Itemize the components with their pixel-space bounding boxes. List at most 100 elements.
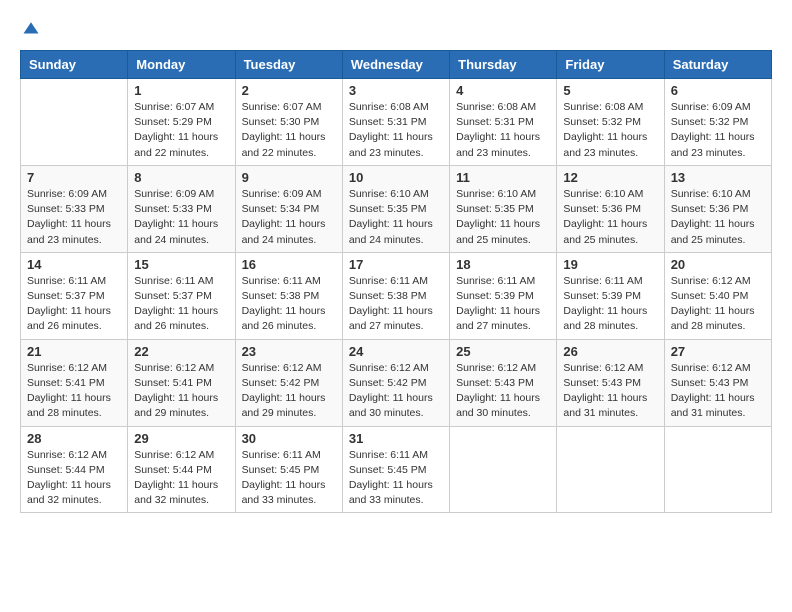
calendar-cell: 5 Sunrise: 6:08 AM Sunset: 5:32 PM Daylig…: [557, 79, 664, 166]
day-number: 21: [27, 344, 121, 359]
day-number: 31: [349, 431, 443, 446]
calendar-cell: 11Sunrise: 6:10 AM Sunset: 5:35 PM Dayli…: [450, 165, 557, 252]
day-info: Sunrise: 6:12 AM Sunset: 5:42 PM Dayligh…: [349, 361, 443, 422]
calendar-cell: [557, 426, 664, 513]
column-header-tuesday: Tuesday: [235, 51, 342, 79]
day-number: 14: [27, 257, 121, 272]
calendar-cell: 2 Sunrise: 6:07 AM Sunset: 5:30 PM Daylig…: [235, 79, 342, 166]
page-header: [20, 20, 772, 34]
day-number: 22: [134, 344, 228, 359]
calendar-cell: 4 Sunrise: 6:08 AM Sunset: 5:31 PM Daylig…: [450, 79, 557, 166]
calendar-cell: 12 Sunrise: 6:10 AM Sunset: 5:36 PM Dayli…: [557, 165, 664, 252]
day-number: 8: [134, 170, 228, 185]
day-info: Sunrise: 6:12 AM Sunset: 5:43 PM Dayligh…: [456, 361, 550, 422]
day-info: Sunrise: 6:12 AM Sunset: 5:44 PM Dayligh…: [134, 448, 228, 509]
calendar-cell: 9Sunrise: 6:09 AM Sunset: 5:34 PM Daylig…: [235, 165, 342, 252]
day-number: 2: [242, 83, 336, 98]
day-number: 6: [671, 83, 765, 98]
day-info: Sunrise: 6:12 AM Sunset: 5:43 PM Dayligh…: [563, 361, 657, 422]
day-number: 17: [349, 257, 443, 272]
day-info: Sunrise: 6:11 AM Sunset: 5:38 PM Dayligh…: [349, 274, 443, 335]
day-number: 25: [456, 344, 550, 359]
column-header-monday: Monday: [128, 51, 235, 79]
calendar-cell: 18 Sunrise: 6:11 AM Sunset: 5:39 PM Dayli…: [450, 252, 557, 339]
calendar-cell: 15 Sunrise: 6:11 AM Sunset: 5:37 PM Dayli…: [128, 252, 235, 339]
day-number: 12: [563, 170, 657, 185]
day-number: 28: [27, 431, 121, 446]
day-info: Sunrise: 6:11 AM Sunset: 5:45 PM Dayligh…: [242, 448, 336, 509]
calendar-cell: 24 Sunrise: 6:12 AM Sunset: 5:42 PM Dayli…: [342, 339, 449, 426]
column-header-saturday: Saturday: [664, 51, 771, 79]
calendar-cell: 6 Sunrise: 6:09 AM Sunset: 5:32 PM Daylig…: [664, 79, 771, 166]
day-info: Sunrise: 6:11 AM Sunset: 5:39 PM Dayligh…: [456, 274, 550, 335]
day-info: Sunrise: 6:09 AM Sunset: 5:33 PM Dayligh…: [134, 187, 228, 248]
calendar-cell: 23 Sunrise: 6:12 AM Sunset: 5:42 PM Dayli…: [235, 339, 342, 426]
day-number: 4: [456, 83, 550, 98]
calendar-cell: 20Sunrise: 6:12 AM Sunset: 5:40 PM Dayli…: [664, 252, 771, 339]
day-info: Sunrise: 6:07 AM Sunset: 5:30 PM Dayligh…: [242, 100, 336, 161]
day-info: Sunrise: 6:09 AM Sunset: 5:34 PM Dayligh…: [242, 187, 336, 248]
calendar-cell: [21, 79, 128, 166]
calendar-cell: 16Sunrise: 6:11 AM Sunset: 5:38 PM Dayli…: [235, 252, 342, 339]
day-number: 20: [671, 257, 765, 272]
day-number: 13: [671, 170, 765, 185]
calendar-cell: [450, 426, 557, 513]
day-info: Sunrise: 6:12 AM Sunset: 5:44 PM Dayligh…: [27, 448, 121, 509]
day-info: Sunrise: 6:11 AM Sunset: 5:38 PM Dayligh…: [242, 274, 336, 335]
day-number: 19: [563, 257, 657, 272]
calendar-cell: 27Sunrise: 6:12 AM Sunset: 5:43 PM Dayli…: [664, 339, 771, 426]
day-number: 24: [349, 344, 443, 359]
column-header-thursday: Thursday: [450, 51, 557, 79]
day-number: 23: [242, 344, 336, 359]
calendar-cell: 19 Sunrise: 6:11 AM Sunset: 5:39 PM Dayli…: [557, 252, 664, 339]
column-header-wednesday: Wednesday: [342, 51, 449, 79]
week-row-5: 28 Sunrise: 6:12 AM Sunset: 5:44 PM Dayli…: [21, 426, 772, 513]
day-info: Sunrise: 6:08 AM Sunset: 5:31 PM Dayligh…: [349, 100, 443, 161]
calendar-cell: 8 Sunrise: 6:09 AM Sunset: 5:33 PM Daylig…: [128, 165, 235, 252]
day-number: 1: [134, 83, 228, 98]
calendar-cell: 10Sunrise: 6:10 AM Sunset: 5:35 PM Dayli…: [342, 165, 449, 252]
calendar-cell: 26 Sunrise: 6:12 AM Sunset: 5:43 PM Dayli…: [557, 339, 664, 426]
day-info: Sunrise: 6:08 AM Sunset: 5:31 PM Dayligh…: [456, 100, 550, 161]
day-info: Sunrise: 6:12 AM Sunset: 5:42 PM Dayligh…: [242, 361, 336, 422]
logo-icon: [22, 20, 40, 38]
day-number: 18: [456, 257, 550, 272]
day-number: 30: [242, 431, 336, 446]
day-number: 15: [134, 257, 228, 272]
day-number: 29: [134, 431, 228, 446]
day-info: Sunrise: 6:12 AM Sunset: 5:43 PM Dayligh…: [671, 361, 765, 422]
calendar-cell: 1 Sunrise: 6:07 AM Sunset: 5:29 PM Daylig…: [128, 79, 235, 166]
logo: [20, 20, 42, 34]
calendar-cell: 13Sunrise: 6:10 AM Sunset: 5:36 PM Dayli…: [664, 165, 771, 252]
calendar-cell: 31 Sunrise: 6:11 AM Sunset: 5:45 PM Dayli…: [342, 426, 449, 513]
day-info: Sunrise: 6:10 AM Sunset: 5:36 PM Dayligh…: [563, 187, 657, 248]
week-row-2: 7 Sunrise: 6:09 AM Sunset: 5:33 PM Daylig…: [21, 165, 772, 252]
calendar-cell: 28 Sunrise: 6:12 AM Sunset: 5:44 PM Dayli…: [21, 426, 128, 513]
calendar-cell: 3 Sunrise: 6:08 AM Sunset: 5:31 PM Daylig…: [342, 79, 449, 166]
day-number: 26: [563, 344, 657, 359]
day-info: Sunrise: 6:12 AM Sunset: 5:41 PM Dayligh…: [134, 361, 228, 422]
calendar-header-row: SundayMondayTuesdayWednesdayThursdayFrid…: [21, 51, 772, 79]
day-number: 11: [456, 170, 550, 185]
calendar-table: SundayMondayTuesdayWednesdayThursdayFrid…: [20, 50, 772, 513]
calendar-cell: 17 Sunrise: 6:11 AM Sunset: 5:38 PM Dayli…: [342, 252, 449, 339]
calendar-cell: 21 Sunrise: 6:12 AM Sunset: 5:41 PM Dayli…: [21, 339, 128, 426]
calendar-cell: 29 Sunrise: 6:12 AM Sunset: 5:44 PM Dayli…: [128, 426, 235, 513]
day-info: Sunrise: 6:09 AM Sunset: 5:32 PM Dayligh…: [671, 100, 765, 161]
day-number: 10: [349, 170, 443, 185]
calendar-cell: 25 Sunrise: 6:12 AM Sunset: 5:43 PM Dayli…: [450, 339, 557, 426]
day-info: Sunrise: 6:11 AM Sunset: 5:37 PM Dayligh…: [27, 274, 121, 335]
column-header-sunday: Sunday: [21, 51, 128, 79]
day-number: 7: [27, 170, 121, 185]
day-info: Sunrise: 6:11 AM Sunset: 5:45 PM Dayligh…: [349, 448, 443, 509]
day-number: 5: [563, 83, 657, 98]
day-info: Sunrise: 6:08 AM Sunset: 5:32 PM Dayligh…: [563, 100, 657, 161]
day-number: 3: [349, 83, 443, 98]
week-row-3: 14 Sunrise: 6:11 AM Sunset: 5:37 PM Dayli…: [21, 252, 772, 339]
day-info: Sunrise: 6:11 AM Sunset: 5:39 PM Dayligh…: [563, 274, 657, 335]
calendar-cell: 22 Sunrise: 6:12 AM Sunset: 5:41 PM Dayli…: [128, 339, 235, 426]
day-info: Sunrise: 6:11 AM Sunset: 5:37 PM Dayligh…: [134, 274, 228, 335]
day-info: Sunrise: 6:12 AM Sunset: 5:41 PM Dayligh…: [27, 361, 121, 422]
day-info: Sunrise: 6:07 AM Sunset: 5:29 PM Dayligh…: [134, 100, 228, 161]
calendar-cell: 30 Sunrise: 6:11 AM Sunset: 5:45 PM Dayli…: [235, 426, 342, 513]
